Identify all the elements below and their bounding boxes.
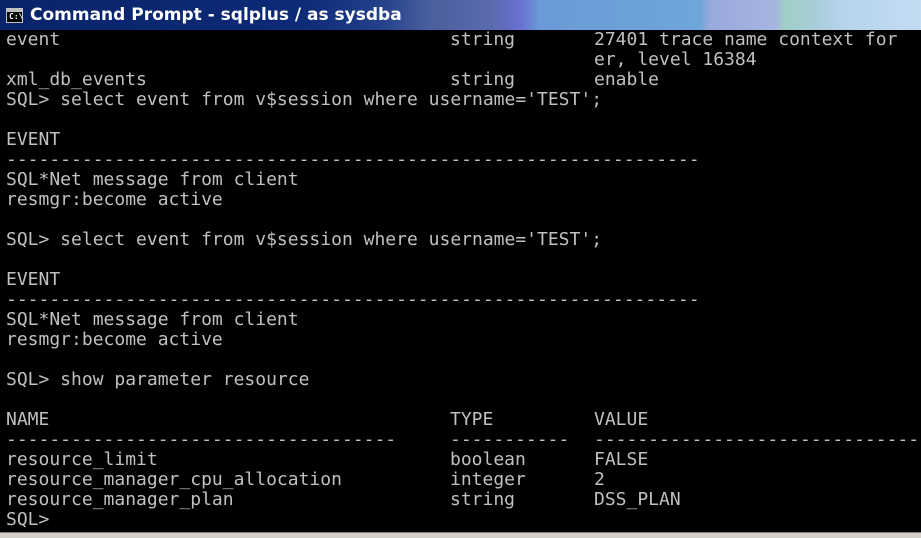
console-line: SQL> select event from v$session where u… (6, 230, 602, 250)
console-line: SQL> show parameter resource (6, 370, 309, 390)
console-line-text: SQL> (6, 509, 50, 530)
console-line: ----------------------------------------… (6, 290, 700, 310)
console-line-text: resmgr:become active (6, 329, 223, 350)
console-line-text: SQL> show parameter resource (6, 369, 310, 390)
console-line-column-2: string (450, 30, 516, 50)
console-line-text: ----------------------------------------… (6, 149, 700, 170)
console-line-text: EVENT (6, 269, 61, 290)
console-line-text: SQL> select event from v$session where u… (6, 229, 603, 250)
console-line: resource_manager_cpu_allocation integer 2 (6, 469, 605, 490)
console-line-column-3: er, level 16384 (594, 49, 757, 70)
console-line: ----------------------------------------… (6, 429, 919, 450)
console-line-text: resource_manager_plan (6, 489, 234, 510)
console-line-text: event (6, 30, 61, 50)
console-line-text: ------------------------------------ (6, 429, 397, 450)
console-line-column-2: integer (450, 469, 526, 490)
console-line-column-2: ----------- (450, 429, 570, 450)
console-line-column-3: 27401 trace name context for (594, 30, 898, 50)
console-line: resmgr:become active (6, 330, 223, 350)
window-title: Command Prompt - sqlplus / as sysdba (30, 5, 402, 25)
console-line-text: NAME (6, 409, 50, 430)
console-line: SQL*Net message from client (6, 310, 299, 330)
console-line: resmgr:become active (6, 190, 223, 210)
console-line: xml_db_events string enable (6, 69, 659, 90)
console-line-column-3: enable (594, 69, 660, 90)
console-line: EVENT (6, 130, 60, 150)
console-line-column-2: string (450, 69, 516, 90)
console-line: SQL> select event from v$session where u… (6, 90, 602, 110)
console-line-text: xml_db_events (6, 69, 147, 90)
console-line-column-3: FALSE (594, 449, 649, 470)
console-line: NAME TYPE VALUE (6, 409, 648, 430)
console-line: EVENT (6, 270, 60, 290)
console-line-text: EVENT (6, 129, 61, 150)
console-icon[interactable]: C:\ (6, 7, 24, 23)
console-line: resource_limit boolean FALSE (6, 449, 648, 470)
console-line: ----------------------------------------… (6, 150, 700, 170)
console-line: SQL> (6, 510, 49, 530)
console-line-column-3: ------------------------------ (594, 429, 920, 450)
console-line-text: resource_limit (6, 449, 158, 470)
console-line-text: SQL*Net message from client (6, 169, 299, 190)
console-output[interactable]: event string 27401 trace name context for e… (0, 30, 921, 532)
console-line-column-2: string (450, 489, 516, 510)
console-line-column-3: DSS_PLAN (594, 489, 681, 510)
console-line-column-3: VALUE (594, 409, 649, 430)
console-line-text: SQL*Net message from client (6, 309, 299, 330)
console-line-column-3: 2 (594, 469, 605, 490)
command-prompt-window: C:\ Command Prompt - sqlplus / as sysdba… (0, 0, 921, 538)
console-icon-label: C:\ (9, 11, 24, 21)
console-line: resource_manager_plan string DSS_PLAN (6, 489, 681, 510)
console-line: SQL*Net message from client (6, 170, 299, 190)
console-line-column-2: boolean (450, 449, 526, 470)
console-line-column-2: TYPE (450, 409, 494, 430)
window-bottom-border (0, 532, 921, 538)
console-line-text: SQL> select event from v$session where u… (6, 89, 603, 110)
title-bar[interactable]: C:\ Command Prompt - sqlplus / as sysdba (0, 0, 921, 30)
console-line-text: resmgr:become active (6, 189, 223, 210)
console-line-text: ----------------------------------------… (6, 289, 700, 310)
console-line: event string 27401 trace name context for (6, 30, 897, 50)
console-line-text: resource_manager_cpu_allocation (6, 469, 342, 490)
